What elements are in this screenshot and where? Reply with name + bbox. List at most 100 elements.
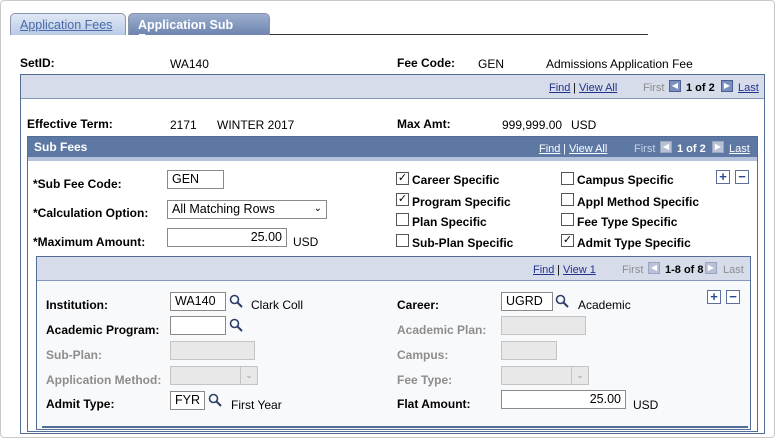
add-sub-fee-plus-icon[interactable]: +: [716, 170, 730, 184]
admit-type-input[interactable]: FYR: [170, 391, 205, 410]
admit-type-label: Admit Type:: [46, 397, 115, 411]
effective-term-code: 2171: [170, 118, 197, 132]
maximum-amount-currency: USD: [293, 235, 319, 249]
program-specific-label: Program Specific: [412, 195, 511, 209]
add-detail-plus-icon[interactable]: +: [707, 290, 721, 304]
max-amt-label: Max Amt:: [397, 117, 451, 131]
fee-code-label: Fee Code:: [397, 56, 456, 70]
max-amt-currency: USD: [571, 118, 597, 132]
detail-nav-separator: |: [557, 264, 560, 276]
institution-input[interactable]: WA140: [170, 292, 226, 311]
setid-label: SetID:: [20, 56, 55, 70]
academic-program-lookup-magnifier-icon[interactable]: [229, 318, 243, 332]
delete-detail-minus-icon[interactable]: −: [726, 290, 740, 304]
effective-term-nav-bar: Find | View All First ◀ 1 of 2 ▶ Last: [21, 75, 764, 99]
detail-nav-bar: Find | View 1 First ◀ 1-8 of 8 ▶ Last: [37, 257, 750, 281]
detail-find-link[interactable]: Find: [533, 264, 554, 276]
chevron-down-icon: ⌄: [571, 367, 588, 384]
maximum-amount-label: *Maximum Amount:: [33, 235, 146, 249]
sub-fee-code-input[interactable]: GEN: [167, 170, 224, 189]
previous-arrow-icon[interactable]: ◀: [669, 80, 681, 92]
sub-plan-specific-checkbox[interactable]: [396, 234, 409, 247]
fee-type-specific-checkbox[interactable]: [561, 213, 574, 226]
career-desc: Academic: [578, 298, 631, 312]
calculation-option-select[interactable]: All Matching Rows ⌄: [167, 200, 327, 219]
sub-fee-code-label: *Sub Fee Code:: [33, 177, 122, 191]
detail-last-label: Last: [723, 264, 744, 276]
fee-type-specific-label: Fee Type Specific: [577, 215, 678, 229]
appl-method-specific-label: Appl Method Specific: [577, 195, 700, 209]
career-input[interactable]: UGRD: [501, 292, 553, 311]
tab-application-fees[interactable]: Application Fees: [10, 13, 126, 35]
sub-fees-header-underline: [28, 157, 757, 161]
sub-fees-last-link[interactable]: Last: [729, 143, 750, 155]
setid-value: WA140: [170, 57, 209, 71]
maximum-amount-input[interactable]: 25.00: [167, 228, 287, 247]
fee-code-description: Admissions Application Fee: [546, 57, 693, 71]
campus-specific-label: Campus Specific: [577, 173, 674, 187]
tab-application-fees-label: Application Fees: [20, 18, 113, 32]
sub-fees-nav-separator: |: [563, 143, 566, 155]
outer-row-count: 1 of 2: [686, 82, 715, 94]
fee-type-select: ⌄: [501, 366, 589, 385]
career-lookup-magnifier-icon[interactable]: [555, 294, 569, 308]
career-label: Career:: [397, 298, 440, 312]
sub-fees-title: Sub Fees: [34, 140, 88, 154]
plan-specific-checkbox[interactable]: [396, 213, 409, 226]
chevron-down-icon: ⌄: [240, 367, 257, 384]
sub-fees-find-link[interactable]: Find: [539, 143, 560, 155]
appl-method-specific-checkbox[interactable]: [561, 193, 574, 206]
max-amt-value: 999,999.00: [502, 118, 563, 132]
detail-first-label: First: [622, 264, 644, 276]
sub-fees-view-all-link[interactable]: View All: [569, 143, 607, 155]
institution-lookup-magnifier-icon[interactable]: [229, 294, 243, 308]
nav-separator: |: [573, 82, 576, 94]
fee-type-label: Fee Type:: [397, 373, 453, 387]
effective-term-label: Effective Term:: [27, 117, 113, 131]
detail-view-1-link[interactable]: View 1: [563, 264, 596, 276]
sub-fees-previous-arrow-icon[interactable]: ◀: [660, 141, 672, 153]
sub-fees-first-label: First: [634, 143, 656, 155]
career-specific-label: Career Specific: [412, 173, 500, 187]
application-method-select: ⌄: [170, 366, 258, 385]
find-link[interactable]: Find: [549, 82, 570, 94]
campus-input: [501, 341, 557, 360]
tab-application-sub-fees[interactable]: Application Sub Fees: [128, 13, 270, 46]
academic-program-label: Academic Program:: [46, 323, 160, 337]
detail-bottom-border: [42, 426, 748, 428]
calculation-option-label: *Calculation Option:: [33, 206, 149, 220]
next-arrow-icon[interactable]: ▶: [721, 80, 733, 92]
chevron-down-icon: ⌄: [313, 203, 322, 214]
sub-fees-next-arrow-icon[interactable]: ▶: [712, 141, 724, 153]
flat-amount-label: Flat Amount:: [397, 397, 471, 411]
admit-type-desc: First Year: [231, 398, 282, 412]
admit-type-specific-checkbox[interactable]: ✓: [561, 234, 574, 247]
last-link[interactable]: Last: [738, 82, 759, 94]
flat-amount-input[interactable]: 25.00: [501, 390, 626, 409]
program-specific-checkbox[interactable]: ✓: [396, 193, 409, 206]
institution-label: Institution:: [46, 298, 108, 312]
flat-amount-currency: USD: [633, 398, 659, 412]
academic-plan-input: [501, 316, 586, 335]
sub-fees-header: Sub Fees Find | View All First ◀ 1 of 2 …: [28, 137, 757, 157]
tab-baseline: [270, 34, 648, 35]
delete-sub-fee-minus-icon[interactable]: −: [735, 170, 749, 184]
institution-desc: Clark Coll: [251, 298, 304, 312]
sub-plan-input: [170, 341, 255, 360]
detail-next-arrow-icon[interactable]: ▶: [705, 262, 717, 274]
admit-type-specific-label: Admit Type Specific: [577, 236, 691, 250]
detail-row-count: 1-8 of 8: [665, 264, 704, 276]
academic-program-input[interactable]: [170, 316, 226, 335]
admit-type-lookup-magnifier-icon[interactable]: [208, 393, 222, 407]
campus-specific-checkbox[interactable]: [561, 172, 574, 185]
application-method-label: Application Method:: [46, 373, 162, 387]
sub-fees-row-count: 1 of 2: [677, 143, 706, 155]
view-all-link[interactable]: View All: [579, 82, 617, 94]
detail-previous-arrow-icon[interactable]: ◀: [648, 262, 660, 274]
first-label: First: [643, 82, 665, 94]
fee-code-value: GEN: [478, 57, 505, 71]
sub-plan-label: Sub-Plan:: [46, 348, 102, 362]
campus-label: Campus:: [397, 348, 449, 362]
calculation-option-value: All Matching Rows: [172, 202, 275, 216]
career-specific-checkbox[interactable]: ✓: [396, 172, 409, 185]
